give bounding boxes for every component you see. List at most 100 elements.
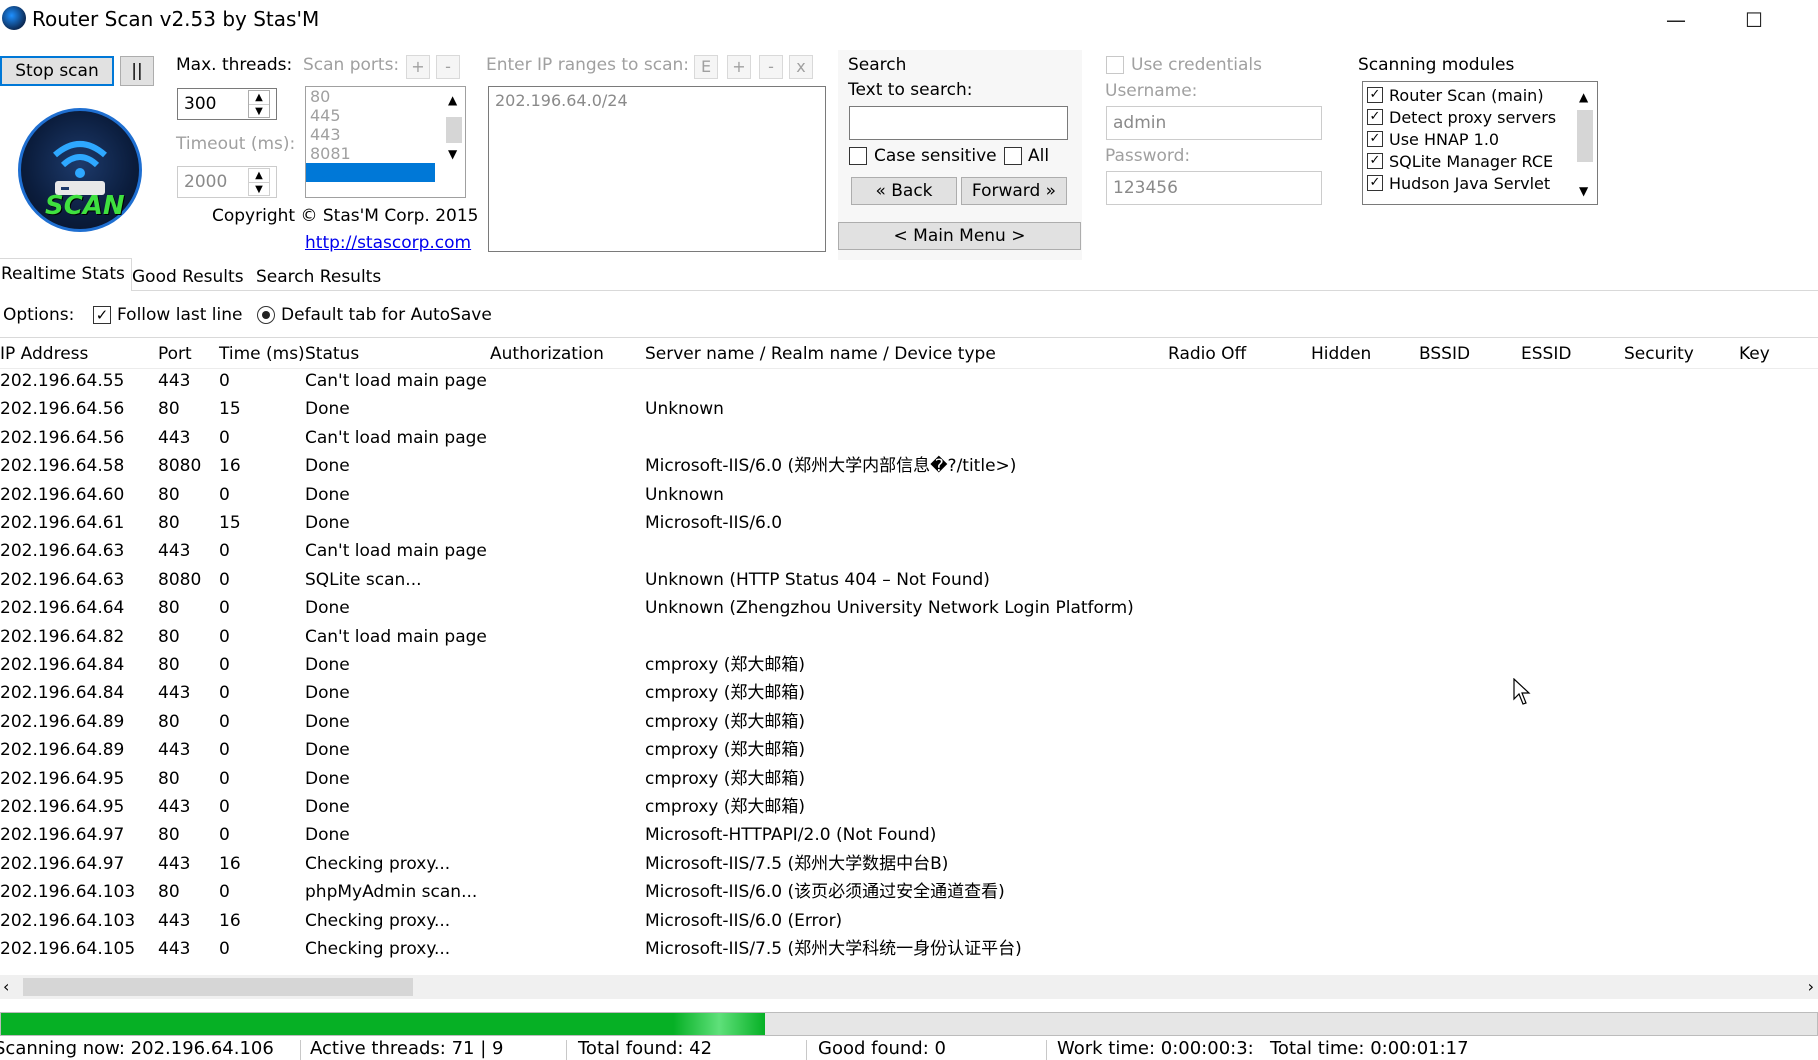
- username-input[interactable]: admin: [1106, 106, 1322, 140]
- tab-search-results[interactable]: Search Results: [250, 262, 387, 292]
- spin-up-icon[interactable]: ▲: [249, 91, 269, 105]
- scroll-down-icon[interactable]: ▼: [1579, 184, 1588, 198]
- list-item[interactable]: 443: [306, 125, 465, 144]
- table-row[interactable]: 202.196.64.64 80 0 Done Unknown (Zhengzhou U…: [0, 596, 1818, 621]
- timeout-spinner[interactable]: ▲ ▼: [248, 168, 270, 196]
- module-checkbox[interactable]: ✓: [1367, 153, 1383, 169]
- column-header-key[interactable]: Key: [1739, 341, 1770, 367]
- all-checkbox[interactable]: [1004, 147, 1022, 165]
- list-item[interactable]: 202.196.64.0/24: [489, 87, 825, 114]
- column-header-time[interactable]: Time (ms): [219, 341, 305, 367]
- column-header-server-name[interactable]: Server name / Realm name / Device type: [645, 341, 996, 367]
- scroll-thumb[interactable]: [446, 117, 462, 143]
- spin-down-icon[interactable]: ▼: [249, 183, 269, 196]
- main-menu-button[interactable]: < Main Menu >: [838, 222, 1081, 250]
- table-row[interactable]: 202.196.64.56 80 15 Done Unknown: [0, 397, 1818, 422]
- ports-list[interactable]: 80 445 443 8081 8080 ▲ ▼: [305, 86, 466, 198]
- scroll-left-icon[interactable]: ‹: [3, 977, 9, 996]
- maximize-icon[interactable]: ☐: [1734, 4, 1774, 36]
- scroll-thumb[interactable]: [1577, 110, 1593, 162]
- list-item[interactable]: ✓ Detect proxy servers: [1363, 108, 1573, 127]
- column-header-authorization[interactable]: Authorization: [490, 341, 604, 367]
- list-item[interactable]: ✓ SQLite Manager RCE: [1363, 152, 1573, 171]
- ip-ranges-list[interactable]: 202.196.64.0/24: [488, 86, 826, 252]
- table-row[interactable]: 202.196.64.95 443 0 Done cmproxy (郑大邮箱): [0, 795, 1818, 820]
- ports-scrollbar[interactable]: ▲ ▼: [443, 87, 465, 197]
- scroll-thumb[interactable]: [23, 978, 413, 996]
- minimize-icon[interactable]: —: [1656, 4, 1696, 36]
- table-row[interactable]: 202.196.64.103 80 0 phpMyAdmin scan... Micro…: [0, 880, 1818, 905]
- table-row[interactable]: 202.196.64.82 80 0 Can't load main page: [0, 625, 1818, 650]
- table-row[interactable]: 202.196.64.84 443 0 Done cmproxy (郑大邮箱): [0, 681, 1818, 706]
- table-row[interactable]: 202.196.64.95 80 0 Done cmproxy (郑大邮箱): [0, 767, 1818, 792]
- spin-down-icon[interactable]: ▼: [249, 105, 269, 118]
- module-checkbox[interactable]: ✓: [1367, 109, 1383, 125]
- list-item[interactable]: ✓ Router Scan (main): [1363, 86, 1573, 105]
- scroll-up-icon[interactable]: ▲: [448, 93, 457, 107]
- max-threads-spinner[interactable]: ▲ ▼: [248, 90, 270, 118]
- table-row[interactable]: 202.196.64.89 443 0 Done cmproxy (郑大邮箱): [0, 738, 1818, 763]
- list-item[interactable]: ✓ Hudson Java Servlet: [1363, 174, 1573, 193]
- forward-button[interactable]: Forward »: [961, 177, 1067, 205]
- case-sensitive-checkbox[interactable]: [849, 147, 867, 165]
- default-tab-radio[interactable]: [257, 306, 275, 324]
- pause-button[interactable]: ||: [120, 56, 154, 86]
- column-header-bssid[interactable]: BSSID: [1419, 341, 1470, 367]
- remove-range-button[interactable]: -: [759, 55, 783, 79]
- list-item[interactable]: 80: [306, 87, 465, 106]
- remove-port-button[interactable]: -: [436, 55, 460, 79]
- module-checkbox[interactable]: ✓: [1367, 175, 1383, 191]
- table-row[interactable]: 202.196.64.55 443 0 Can't load main page: [0, 369, 1818, 394]
- website-link[interactable]: http://stascorp.com: [305, 233, 471, 253]
- list-item[interactable]: 8081: [306, 144, 465, 163]
- clear-ranges-button[interactable]: x: [789, 55, 813, 79]
- table-row[interactable]: 202.196.64.58 8080 16 Done Microsoft-IIS/6.0…: [0, 454, 1818, 479]
- back-button[interactable]: « Back: [851, 177, 957, 205]
- scroll-up-icon[interactable]: ▲: [1579, 90, 1588, 104]
- table-row[interactable]: 202.196.64.61 80 15 Done Microsoft-IIS/6.0: [0, 511, 1818, 536]
- column-header-ip[interactable]: IP Address: [0, 341, 88, 367]
- list-item[interactable]: 445: [306, 106, 465, 125]
- follow-last-line-checkbox[interactable]: ✓: [93, 306, 111, 324]
- module-checkbox[interactable]: ✓: [1367, 87, 1383, 103]
- table-row[interactable]: 202.196.64.97 80 0 Done Microsoft-HTTPAPI/2.…: [0, 823, 1818, 848]
- cell-port: 443: [158, 371, 191, 391]
- cell-port: 443: [158, 740, 191, 761]
- add-port-button[interactable]: +: [406, 55, 430, 79]
- table-row[interactable]: 202.196.64.97 443 16 Checking proxy... Micro…: [0, 852, 1818, 877]
- edit-range-button[interactable]: E: [694, 55, 718, 79]
- cell-port: 80: [158, 513, 180, 533]
- column-header-radio-off[interactable]: Radio Off: [1168, 341, 1246, 367]
- column-header-essid[interactable]: ESSID: [1521, 341, 1571, 367]
- scroll-down-icon[interactable]: ▼: [448, 147, 457, 161]
- table-row[interactable]: 202.196.64.84 80 0 Done cmproxy (郑大邮箱): [0, 653, 1818, 678]
- add-range-button[interactable]: +: [727, 55, 751, 79]
- table-row[interactable]: 202.196.64.103 443 16 Checking proxy... Micr…: [0, 909, 1818, 934]
- modules-scrollbar[interactable]: ▲ ▼: [1573, 82, 1597, 204]
- table-row[interactable]: 202.196.64.89 80 0 Done cmproxy (郑大邮箱): [0, 710, 1818, 735]
- table-row[interactable]: 202.196.64.63 443 0 Can't load main page: [0, 539, 1818, 564]
- search-input[interactable]: [849, 106, 1068, 140]
- table-row[interactable]: 202.196.64.63 8080 0 SQLite scan... Unknown …: [0, 568, 1818, 593]
- list-item[interactable]: 8080: [306, 163, 435, 182]
- modules-list[interactable]: ✓ Router Scan (main) ✓ Detect proxy server…: [1362, 81, 1598, 205]
- spin-up-icon[interactable]: ▲: [249, 169, 269, 183]
- password-input[interactable]: 123456: [1106, 171, 1322, 205]
- cell-ip: 202.196.64.105: [0, 939, 136, 959]
- table-row[interactable]: 202.196.64.105 443 0 Checking proxy... Micro…: [0, 937, 1818, 962]
- tab-realtime-stats[interactable]: Realtime Stats: [0, 258, 132, 291]
- module-checkbox[interactable]: ✓: [1367, 131, 1383, 147]
- table-hscrollbar[interactable]: ‹ ›: [0, 975, 1818, 999]
- tab-good-results[interactable]: Good Results: [126, 262, 250, 292]
- cell-status: Checking proxy...: [305, 939, 451, 959]
- scroll-right-icon[interactable]: ›: [1808, 977, 1814, 996]
- table-row[interactable]: 202.196.64.60 80 0 Done Unknown: [0, 483, 1818, 508]
- table-row[interactable]: 202.196.64.56 443 0 Can't load main page: [0, 426, 1818, 451]
- column-header-security[interactable]: Security: [1624, 341, 1694, 367]
- use-credentials-checkbox[interactable]: [1106, 56, 1124, 74]
- column-header-port[interactable]: Port: [158, 341, 192, 367]
- list-item[interactable]: ✓ Use HNAP 1.0: [1363, 130, 1573, 149]
- column-header-hidden[interactable]: Hidden: [1311, 341, 1371, 367]
- column-header-status[interactable]: Status: [305, 341, 359, 367]
- stop-scan-button[interactable]: Stop scan: [0, 56, 114, 86]
